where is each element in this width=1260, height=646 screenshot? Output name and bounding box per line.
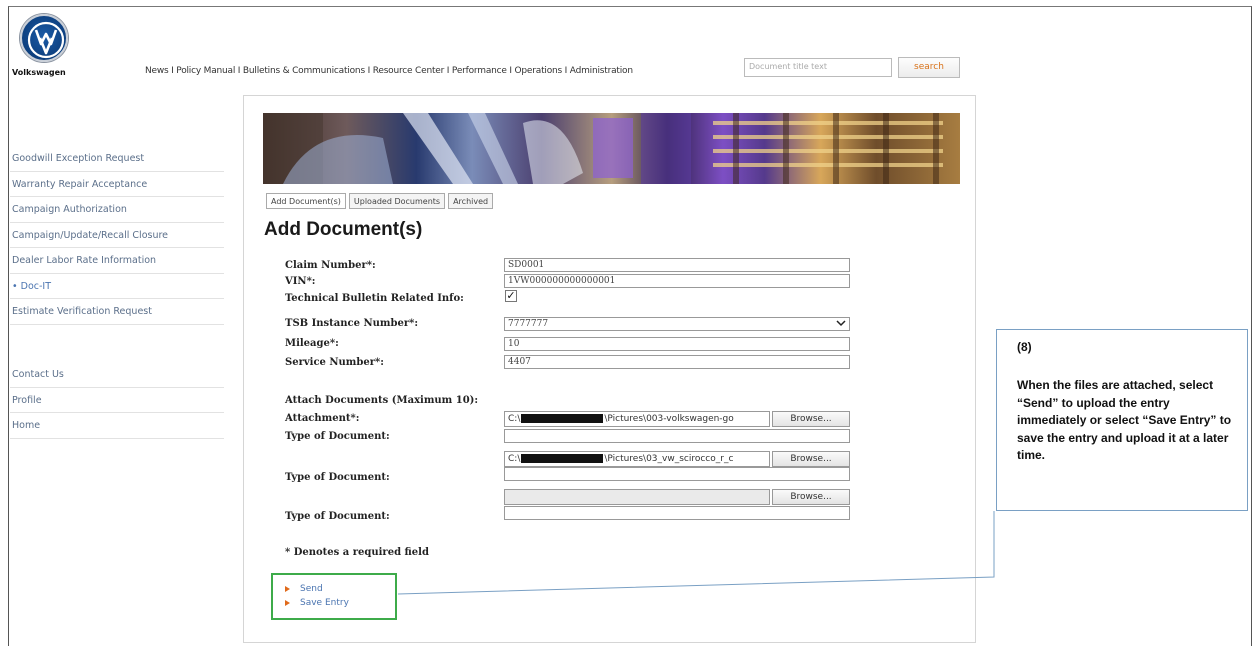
tab-uploaded-documents[interactable]: Uploaded Documents xyxy=(348,193,446,209)
redaction-bar xyxy=(521,454,604,463)
sidebar-item-campaign-update-recall-closure[interactable]: Campaign/Update/Recall Closure xyxy=(10,223,224,248)
technical-bulletin-label: Technical Bulletin Related Info: xyxy=(285,293,464,304)
attachment-row-3: Browse... xyxy=(504,489,850,505)
search-input[interactable]: Document title text xyxy=(744,58,892,77)
attachment-label: Attachment*: xyxy=(285,413,360,424)
tsb-instance-label: TSB Instance Number*: xyxy=(285,318,419,329)
brand-name: Volkswagen xyxy=(12,68,66,77)
attachment-3-path[interactable] xyxy=(504,489,770,505)
technical-bulletin-checkbox[interactable]: ✓ xyxy=(505,290,517,302)
callout-text: When the files are attached, select “Sen… xyxy=(1017,378,1232,462)
attach-documents-heading: Attach Documents (Maximum 10): xyxy=(285,395,479,406)
type-of-document-input-1[interactable] xyxy=(504,429,850,443)
service-number-input[interactable]: 4407 xyxy=(504,355,850,369)
claim-number-label: Claim Number*: xyxy=(285,260,376,271)
browse-button-1[interactable]: Browse... xyxy=(772,411,850,427)
tsb-instance-select[interactable]: 7777777 xyxy=(504,317,850,331)
header-banner-image xyxy=(263,113,960,184)
save-entry-label: Save Entry xyxy=(300,598,349,608)
orange-arrow-icon xyxy=(285,599,290,606)
tab-archived[interactable]: Archived xyxy=(448,193,494,209)
sidebar-item-warranty-repair-acceptance[interactable]: Warranty Repair Acceptance xyxy=(10,172,224,197)
attachment-2-path[interactable]: C:\ \Pictures\03_vw_scirocco_r_c xyxy=(504,451,770,467)
sidebar-item-home[interactable]: Home xyxy=(10,413,224,439)
sidebar-item-goodwill-exception-request[interactable]: Goodwill Exception Request xyxy=(10,146,224,172)
sidebar-nav: Goodwill Exception Request Warranty Repa… xyxy=(10,146,224,325)
chevron-down-icon xyxy=(836,319,846,330)
vin-input[interactable]: 1VW000000000000001 xyxy=(504,274,850,288)
page-title: Add Document(s) xyxy=(264,219,423,240)
type-of-document-label-3: Type of Document: xyxy=(285,511,390,522)
type-of-document-label-1: Type of Document: xyxy=(285,431,390,442)
sidebar-item-profile[interactable]: Profile xyxy=(10,388,224,413)
service-number-label: Service Number*: xyxy=(285,357,384,368)
sidebar-item-campaign-authorization[interactable]: Campaign Authorization xyxy=(10,197,224,223)
sidebar-item-estimate-verification-request[interactable]: Estimate Verification Request xyxy=(10,299,224,325)
document-tabs: Add Document(s) Uploaded Documents Archi… xyxy=(266,193,494,209)
browse-button-2[interactable]: Browse... xyxy=(772,451,850,467)
required-field-note: * Denotes a required field xyxy=(285,547,429,558)
vin-label: VIN*: xyxy=(285,276,316,287)
search-button[interactable]: search xyxy=(898,57,960,78)
actions-highlight-box: Send Save Entry xyxy=(271,573,397,620)
sidebar-item-contact-us[interactable]: Contact Us xyxy=(10,362,224,388)
callout-step-number: (8) xyxy=(1017,340,1032,354)
send-link[interactable]: Send xyxy=(285,584,323,594)
attachment-1-path[interactable]: C:\ \Pictures\003-volkswagen-go xyxy=(504,411,770,427)
attachment-1-prefix: C:\ xyxy=(508,414,521,424)
attachment-1-suffix: \Pictures\003-volkswagen-go xyxy=(604,414,734,424)
claim-number-input[interactable]: SD0001 xyxy=(504,258,850,272)
attachment-row-2: C:\ \Pictures\03_vw_scirocco_r_c Browse..… xyxy=(504,451,850,467)
send-label: Send xyxy=(300,584,323,594)
type-of-document-input-2[interactable] xyxy=(504,467,850,481)
tsb-instance-value: 7777777 xyxy=(508,319,549,329)
type-of-document-label-2: Type of Document: xyxy=(285,472,390,483)
type-of-document-input-3[interactable] xyxy=(504,506,850,520)
tab-add-documents[interactable]: Add Document(s) xyxy=(266,193,346,209)
attachment-row-1: C:\ \Pictures\003-volkswagen-go Browse... xyxy=(504,411,850,427)
orange-arrow-icon xyxy=(285,585,290,592)
sidebar-item-dealer-labor-rate-information[interactable]: Dealer Labor Rate Information xyxy=(10,248,224,274)
top-navigation[interactable]: News I Policy Manual I Bulletins & Commu… xyxy=(145,66,633,76)
sidebar-item-doc-it[interactable]: • Doc-IT xyxy=(10,274,224,299)
mileage-input[interactable]: 10 xyxy=(504,337,850,351)
save-entry-link[interactable]: Save Entry xyxy=(285,598,349,608)
redaction-bar xyxy=(521,414,604,423)
browse-button-3[interactable]: Browse... xyxy=(772,489,850,505)
attachment-2-prefix: C:\ xyxy=(508,454,521,464)
attachment-2-suffix: \Pictures\03_vw_scirocco_r_c xyxy=(604,454,734,464)
sidebar-secondary-nav: Contact Us Profile Home xyxy=(10,362,224,439)
mileage-label: Mileage*: xyxy=(285,338,339,349)
vw-logo-icon[interactable] xyxy=(20,14,68,62)
